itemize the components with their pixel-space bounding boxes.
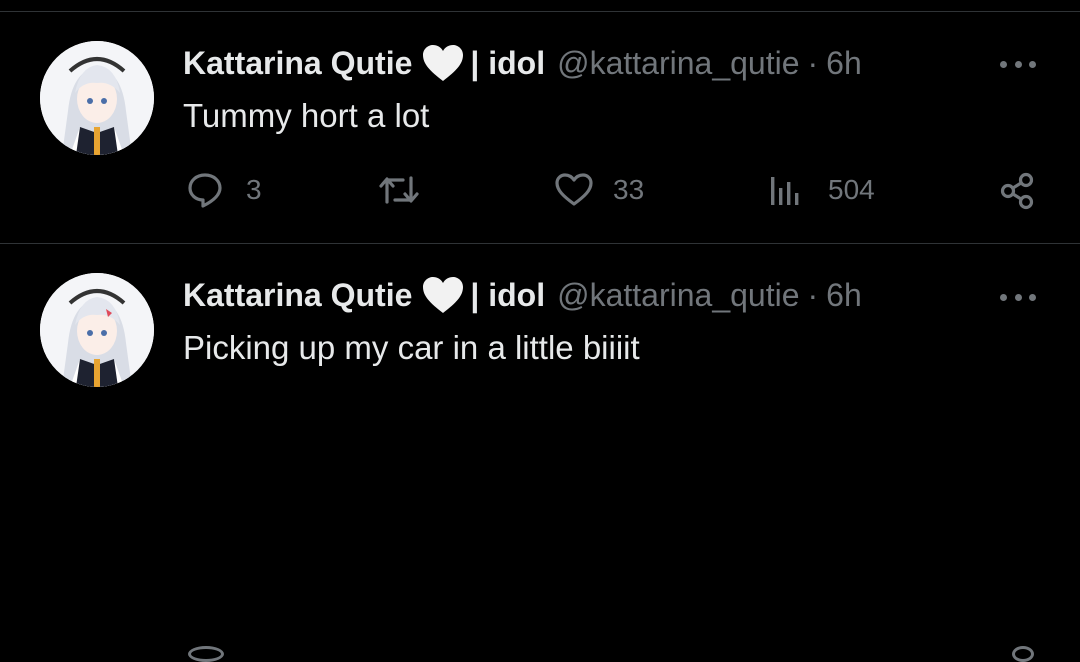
like-count: 33 bbox=[613, 174, 645, 205]
view-count: 504 bbox=[828, 174, 875, 205]
author-suffix: | idol bbox=[470, 44, 546, 81]
author-suffix: | idol bbox=[470, 276, 546, 313]
reply-count: 3 bbox=[246, 174, 262, 205]
tweet-2[interactable]: Kattarina Qutie | idol @kattarina_qutie … bbox=[0, 244, 1080, 662]
avatar[interactable] bbox=[40, 41, 154, 155]
white-heart-icon bbox=[422, 44, 464, 82]
retweet-button[interactable] bbox=[377, 172, 421, 208]
separator: · bbox=[807, 276, 819, 313]
author-name[interactable]: Kattarina Qutie bbox=[183, 277, 412, 314]
tweet-text: Picking up my car in a little biiiit bbox=[183, 329, 640, 366]
retweet-icon bbox=[377, 172, 421, 208]
separator: · bbox=[807, 44, 819, 81]
tweet-text: Tummy hort a lot bbox=[183, 97, 430, 134]
reply-icon[interactable] bbox=[188, 646, 224, 662]
views-icon bbox=[768, 173, 802, 207]
tweet-header: Kattarina Qutie | idol @kattarina_qutie … bbox=[183, 273, 862, 317]
timestamp[interactable]: 6h bbox=[826, 45, 862, 82]
white-heart-icon bbox=[422, 276, 464, 314]
like-button[interactable]: 33 bbox=[555, 173, 644, 207]
author-name[interactable]: Kattarina Qutie bbox=[183, 45, 412, 82]
timestamp[interactable]: 6h bbox=[826, 277, 862, 314]
reply-icon bbox=[186, 171, 224, 209]
like-icon bbox=[555, 173, 593, 207]
reply-button[interactable]: 3 bbox=[186, 171, 262, 209]
tweet-1[interactable]: Kattarina Qutie | idol @kattarina_qutie … bbox=[0, 0, 1080, 243]
avatar[interactable] bbox=[40, 273, 154, 387]
share-icon bbox=[998, 172, 1036, 210]
more-options-icon[interactable] bbox=[1000, 58, 1036, 70]
author-handle[interactable]: @kattarina_qutie bbox=[557, 277, 799, 314]
views-button[interactable]: 504 bbox=[768, 173, 875, 207]
share-button[interactable] bbox=[998, 172, 1036, 210]
share-icon[interactable] bbox=[1012, 646, 1034, 662]
more-options-icon[interactable] bbox=[1000, 291, 1036, 303]
author-handle[interactable]: @kattarina_qutie bbox=[557, 45, 799, 82]
tweet-header: Kattarina Qutie | idol @kattarina_qutie … bbox=[183, 41, 862, 85]
